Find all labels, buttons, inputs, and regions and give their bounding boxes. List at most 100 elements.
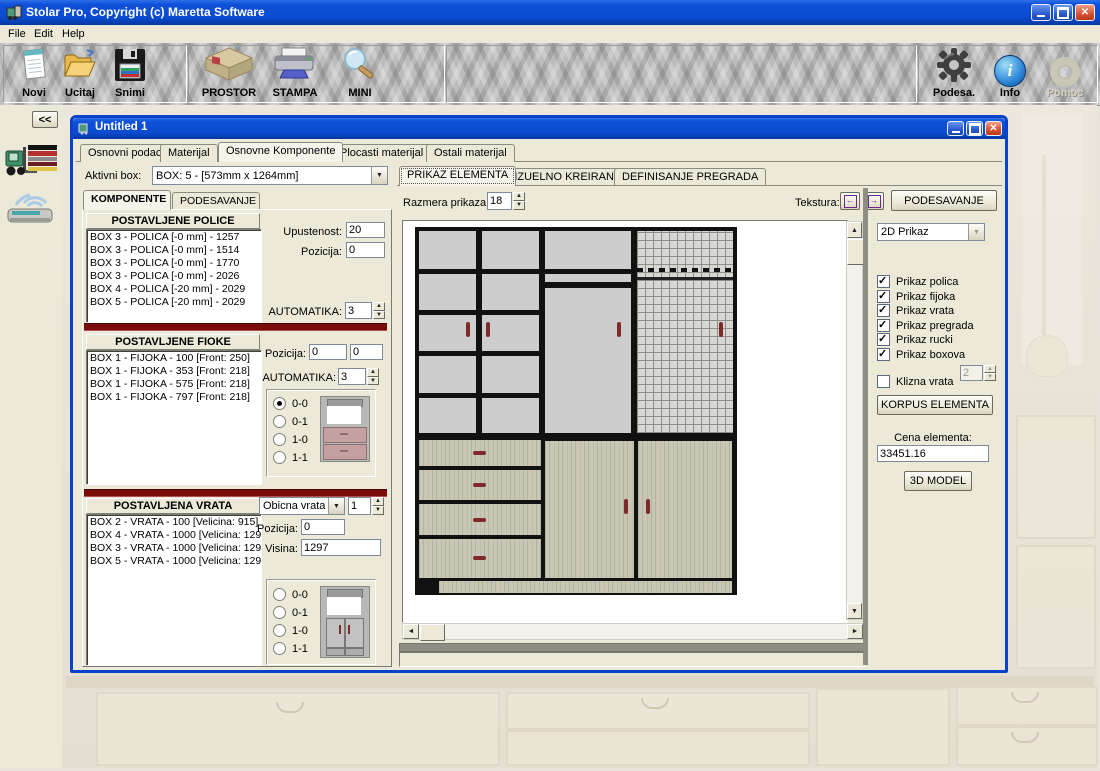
korpus-elementa-button[interactable]: KORPUS ELEMENTA	[877, 395, 993, 415]
close-button[interactable]	[1075, 4, 1095, 21]
list-item[interactable]: BOX 5 - POLICA [-20 mm] - 2029	[88, 296, 260, 309]
razmera-spinner[interactable]	[513, 192, 525, 210]
tab-plocasti-materijal[interactable]: Plocasti materijal	[332, 144, 431, 162]
scroll-left-icon[interactable]: ◄	[403, 624, 419, 639]
room-icon	[202, 46, 256, 87]
menu-help[interactable]: Help	[62, 28, 85, 40]
checkbox-prikaz-polica[interactable]: Prikaz polica	[877, 275, 958, 288]
list-item[interactable]: BOX 4 - POLICA [-20 mm] - 2029	[88, 283, 260, 296]
vrata-type-combo[interactable]: Obicna vrata	[259, 497, 345, 515]
splitter-bar[interactable]	[399, 643, 865, 652]
vrata-list[interactable]: BOX 2 - VRATA - 100 [Velicina: 915] BOX …	[86, 514, 262, 666]
list-item[interactable]: BOX 2 - VRATA - 100 [Velicina: 915]	[88, 516, 260, 529]
vrata-header: POSTAVLJENA VRATA	[86, 498, 260, 514]
vrata-pozicija-field[interactable]	[301, 519, 345, 535]
checkbox-klizna-vrata[interactable]: Klizna vrata	[877, 375, 953, 388]
info-button[interactable]: i Info	[988, 47, 1032, 99]
tekstura-prev-button[interactable]: ←	[840, 192, 860, 210]
hscroll-thumb[interactable]	[420, 624, 445, 641]
checkbox-prikaz-fijoka[interactable]: Prikaz fijoka	[877, 290, 955, 303]
scroll-right-icon[interactable]: ►	[847, 624, 863, 639]
fioke-radio-1-1[interactable]: 1-1	[273, 451, 308, 464]
tab-podesavanje[interactable]: PODESAVANJE	[172, 192, 260, 210]
police-automatika-field[interactable]	[345, 302, 372, 319]
tab-komponente[interactable]: KOMPONENTE	[83, 190, 171, 210]
stampa-button[interactable]: STAMPA	[264, 47, 326, 99]
chevron-down-icon[interactable]	[371, 167, 387, 184]
tab-prikaz-elementa[interactable]: PRIKAZ ELEMENTA	[399, 166, 516, 186]
checkbox-prikaz-pregrada[interactable]: Prikaz pregrada	[877, 319, 974, 332]
view-mode-combo[interactable]: 2D Prikaz	[877, 223, 985, 241]
document-tabs: Osnovni podaci Materijal Osnovne Kompone…	[76, 142, 1002, 162]
list-item[interactable]: BOX 3 - VRATA - 1000 [Velicina: 1297]	[88, 542, 260, 555]
podesavanja-button[interactable]: Podesa.	[925, 47, 983, 99]
vrata-radio-1-1[interactable]: 1-1	[273, 642, 308, 655]
list-item[interactable]: BOX 4 - VRATA - 1000 [Velicina: 1297]	[88, 529, 260, 542]
tab-definisanje-pregrada[interactable]: DEFINISANJE PREGRADA	[614, 168, 766, 186]
doc-close-button[interactable]	[985, 121, 1002, 136]
mini-button[interactable]: MINI	[330, 47, 390, 99]
list-item[interactable]: BOX 1 - FIJOKA - 797 [Front: 218]	[88, 391, 260, 404]
vrata-visina-field[interactable]	[301, 539, 381, 556]
vscroll-thumb[interactable]	[847, 239, 864, 265]
fioke-automatika-field[interactable]	[338, 368, 366, 385]
police-list[interactable]: BOX 3 - POLICA [-0 mm] - 1257 BOX 3 - PO…	[86, 229, 262, 323]
cena-field[interactable]	[877, 445, 989, 462]
checkbox-prikaz-rucki[interactable]: Prikaz rucki	[877, 333, 953, 346]
scanner-icon[interactable]	[6, 185, 56, 230]
vrata-count-field[interactable]	[348, 497, 371, 515]
checkbox-prikaz-vrata[interactable]: Prikaz vrata	[877, 304, 954, 317]
podesavanje-button[interactable]: PODESAVANJE	[891, 190, 997, 211]
fioke-list[interactable]: BOX 1 - FIJOKA - 100 [Front: 250] BOX 1 …	[86, 350, 262, 485]
checkbox-prikaz-boxova[interactable]: Prikaz boxova	[877, 348, 965, 361]
razmera-field[interactable]	[487, 192, 512, 210]
fioke-pozicija-field-1[interactable]	[309, 344, 347, 360]
model-3d-button[interactable]: 3D MODEL	[904, 471, 972, 491]
fioke-radio-0-1[interactable]: 0-1	[273, 415, 308, 428]
list-item[interactable]: BOX 3 - POLICA [-0 mm] - 2026	[88, 270, 260, 283]
info-icon: i	[994, 55, 1026, 87]
list-item[interactable]: BOX 1 - FIJOKA - 353 [Front: 218]	[88, 365, 260, 378]
forklift-icon[interactable]	[3, 137, 59, 184]
vrata-radio-0-0[interactable]: 0-0	[273, 588, 308, 601]
minimize-button[interactable]	[1031, 4, 1051, 21]
tab-ostali-materijal[interactable]: Ostali materijal	[426, 144, 515, 162]
scroll-up-icon[interactable]: ▲	[847, 222, 862, 238]
police-pozicija-field[interactable]	[346, 242, 385, 258]
fioke-radio-0-0[interactable]: 0-0	[273, 397, 308, 410]
menu-file[interactable]: File	[8, 28, 26, 40]
aktivni-box-combo[interactable]: BOX: 5 - [573mm x 1264mm]	[152, 166, 388, 185]
ucitaj-button[interactable]: Ucitaj	[56, 47, 104, 99]
tab-materijal[interactable]: Materijal	[160, 144, 218, 162]
scroll-down-icon[interactable]: ▼	[847, 603, 862, 619]
chevron-down-icon[interactable]	[328, 498, 344, 514]
menu-edit[interactable]: Edit	[34, 28, 53, 40]
list-item[interactable]: BOX 1 - FIJOKA - 100 [Front: 250]	[88, 352, 260, 365]
novi-button[interactable]: Novi	[10, 47, 58, 99]
doc-minimize-button[interactable]	[947, 121, 964, 136]
list-item[interactable]: BOX 3 - POLICA [-0 mm] - 1514	[88, 244, 260, 257]
vrata-radio-1-0[interactable]: 1-0	[273, 624, 308, 637]
vrata-count-spinner[interactable]	[372, 497, 384, 515]
fioke-automatika-spinner[interactable]	[367, 368, 379, 385]
upustenost-field[interactable]	[346, 222, 385, 238]
snimi-button[interactable]: Snimi	[104, 47, 156, 99]
list-item[interactable]: BOX 3 - POLICA [-0 mm] - 1770	[88, 257, 260, 270]
maximize-button[interactable]	[1053, 4, 1073, 21]
fioke-pozicija-field-2[interactable]	[350, 344, 383, 360]
tab-osnovni-podaci[interactable]: Osnovni podaci	[80, 144, 172, 162]
fioke-radio-1-0[interactable]: 1-0	[273, 433, 308, 446]
vertical-splitter[interactable]	[863, 188, 868, 665]
prostor-button[interactable]: PROSTOR	[196, 47, 262, 99]
doc-maximize-button[interactable]	[966, 121, 983, 136]
tab-osnovne-komponente[interactable]: Osnovne Komponente	[218, 142, 343, 162]
list-item[interactable]: BOX 3 - POLICA [-0 mm] - 1257	[88, 231, 260, 244]
list-item[interactable]: BOX 1 - FIJOKA - 575 [Front: 218]	[88, 378, 260, 391]
checkbox-icon	[877, 304, 890, 317]
canvas-vscrollbar[interactable]: ▲ ▼	[846, 221, 863, 620]
list-item[interactable]: BOX 5 - VRATA - 1000 [Velicina: 1297]	[88, 555, 260, 568]
police-automatika-spinner[interactable]	[373, 302, 385, 319]
vrata-radio-0-1[interactable]: 0-1	[273, 606, 308, 619]
canvas-hscrollbar[interactable]: ◄ ►	[402, 623, 863, 640]
sidebar-collapse-button[interactable]: <<	[32, 111, 58, 128]
